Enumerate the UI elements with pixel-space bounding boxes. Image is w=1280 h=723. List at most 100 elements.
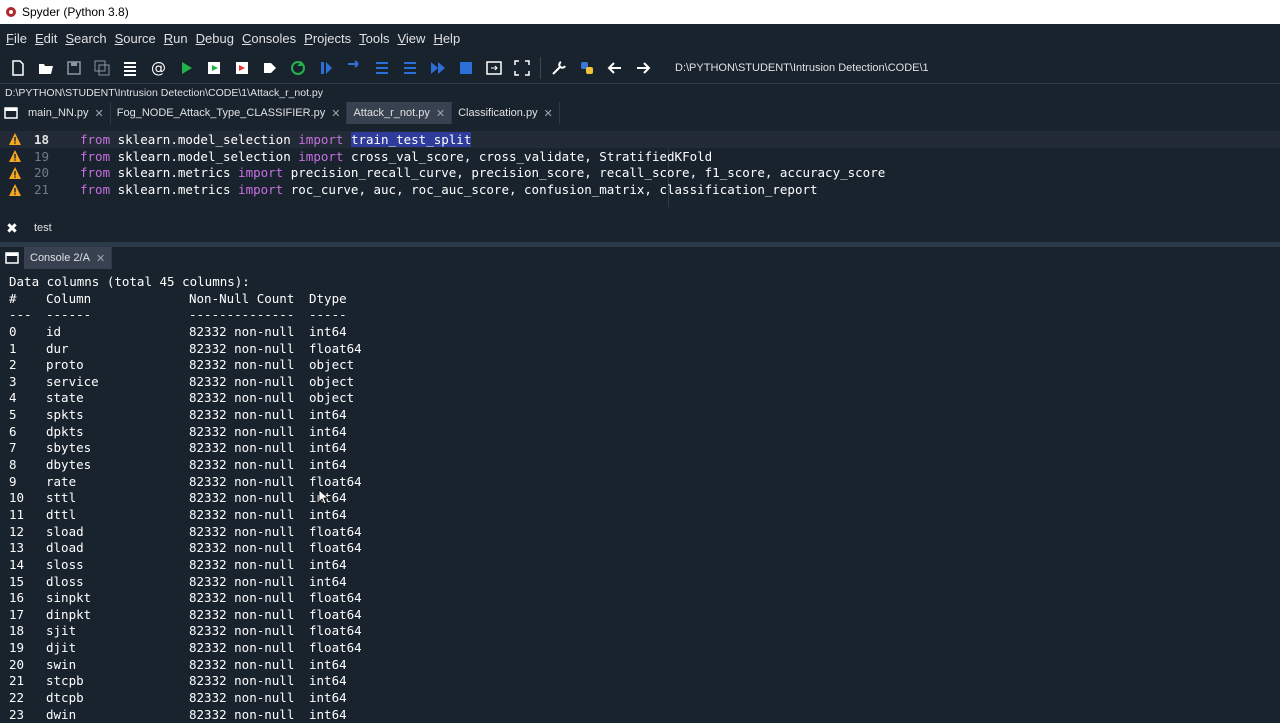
save-all-icon[interactable]	[91, 57, 113, 79]
editor-file-path: D:\PYTHON\STUDENT\Intrusion Detection\CO…	[0, 84, 1280, 102]
warning-icon[interactable]	[8, 183, 22, 197]
code-line[interactable]: 19 from sklearn.model_selection import cr…	[0, 148, 1280, 165]
menu-search[interactable]: Search	[61, 31, 110, 46]
code-editor[interactable]: 18 from sklearn.model_selection import tr…	[0, 131, 1280, 207]
menu-debug[interactable]: Debug	[192, 31, 238, 46]
at-icon[interactable]: @	[147, 57, 169, 79]
step-into-icon[interactable]	[371, 57, 393, 79]
stop-icon[interactable]	[455, 57, 477, 79]
run-selection-icon[interactable]	[259, 57, 281, 79]
warning-icon[interactable]	[8, 166, 22, 180]
code-text: from sklearn.model_selection import trai…	[80, 131, 472, 147]
table-row: 3 service 82332 non-null object	[0, 374, 1280, 391]
ipython-console[interactable]: Data columns (total 45 columns): # Column…	[0, 274, 1280, 723]
tab-fog-node-attack-type-classifier-py[interactable]: Fog_NODE_Attack_Type_CLASSIFIER.py ✕	[110, 102, 348, 124]
menu-help[interactable]: Help	[429, 31, 464, 46]
table-row: 23 dwin 82332 non-null int64	[0, 707, 1280, 723]
col-count: 82332 non-null	[189, 440, 295, 456]
browse-tabs-icon[interactable]	[0, 102, 22, 124]
warning-icon[interactable]	[8, 132, 22, 146]
menu-tools[interactable]: Tools	[355, 31, 393, 46]
preferences-icon[interactable]	[548, 57, 570, 79]
close-icon[interactable]: ✕	[544, 107, 553, 120]
new-file-icon[interactable]	[7, 57, 29, 79]
col-count: 82332 non-null	[189, 556, 295, 572]
module-name: sklearn.model_selection	[110, 131, 299, 147]
title-bar: Spyder (Python 3.8)	[0, 0, 1280, 24]
col-name: Column	[46, 290, 92, 306]
close-icon[interactable]: ✕	[96, 252, 105, 265]
menu-projects[interactable]: Projects	[300, 31, 355, 46]
run-cell-icon[interactable]	[203, 57, 225, 79]
table-separator: --- ------ -------------- -----	[0, 307, 1280, 324]
table-row: 1 dur 82332 non-null float64	[0, 341, 1280, 358]
back-icon[interactable]	[604, 57, 626, 79]
col-dtype: Dtype	[309, 290, 347, 306]
col-dtype: int64	[309, 440, 347, 456]
close-icon[interactable]: ✕	[436, 107, 445, 120]
tab-attack-r-not-py[interactable]: Attack_r_not.py ✕	[347, 102, 453, 124]
col-count: 82332 non-null	[189, 506, 295, 522]
console-header-line: Data columns (total 45 columns):	[9, 274, 250, 289]
col-name: sjit	[46, 623, 77, 639]
module-name: sklearn.metrics	[110, 165, 239, 181]
col-name: dur	[46, 340, 69, 356]
open-file-icon[interactable]	[35, 57, 57, 79]
col-count: 82332 non-null	[189, 407, 295, 423]
menu-source[interactable]: Source	[111, 31, 160, 46]
table-row: 12 sload 82332 non-null float64	[0, 524, 1280, 541]
col-dtype: int64	[309, 556, 347, 572]
table-row: 13 dload 82332 non-null float64	[0, 540, 1280, 557]
col-dtype: int64	[309, 673, 347, 689]
close-icon[interactable]: ✕	[95, 107, 104, 120]
python-path-icon[interactable]	[576, 57, 598, 79]
outline-icon[interactable]	[119, 57, 141, 79]
debug-icon[interactable]	[315, 57, 337, 79]
step-icon[interactable]	[343, 57, 365, 79]
code-line[interactable]: 18 from sklearn.model_selection import tr…	[0, 131, 1280, 148]
code-line[interactable]: 21 from sklearn.metrics import roc_curve,…	[0, 181, 1280, 198]
rerun-icon[interactable]	[287, 57, 309, 79]
close-icon[interactable]: ✕	[331, 107, 340, 120]
tab-console[interactable]: Console 2/A ✕	[24, 247, 113, 269]
code-line[interactable]: 20 from sklearn.metrics import precision_…	[0, 165, 1280, 182]
col-index: 19	[9, 640, 25, 656]
code-text: from sklearn.metrics import precision_re…	[80, 165, 885, 180]
spyder-logo-icon	[6, 7, 16, 17]
imported-names: precision_recall_curve, precision_score,…	[283, 165, 886, 181]
col-index: 21	[9, 673, 25, 689]
col-dtype: int64	[309, 690, 347, 706]
menu-edit[interactable]: Edit	[31, 31, 61, 46]
save-icon[interactable]	[63, 57, 85, 79]
menu-view[interactable]: View	[393, 31, 429, 46]
col-count: 82332 non-null	[189, 423, 295, 439]
col-index: 22	[9, 690, 25, 706]
run-cell-advance-icon[interactable]	[231, 57, 253, 79]
col-index: 9	[9, 473, 17, 489]
tab-main-nn-py[interactable]: main_NN.py ✕	[22, 102, 111, 124]
forward-icon[interactable]	[632, 57, 654, 79]
tab-classification-py[interactable]: Classification.py ✕	[452, 102, 560, 124]
menu-consoles[interactable]: Consoles	[238, 31, 300, 46]
find-bar: ✖ test	[0, 216, 1280, 240]
warning-icon[interactable]	[8, 149, 22, 163]
tab-label: Attack_r_not.py	[353, 107, 430, 119]
browse-console-tabs-icon[interactable]	[0, 247, 24, 269]
module-name: sklearn.metrics	[110, 182, 239, 198]
imported-names: cross_val_score, cross_validate, Stratif…	[343, 148, 713, 164]
menu-file[interactable]: File	[2, 31, 31, 46]
close-find-icon[interactable]: ✖	[0, 220, 24, 237]
col-count: 82332 non-null	[189, 656, 295, 672]
maximize-pane-icon[interactable]	[483, 57, 505, 79]
step-return-icon[interactable]	[399, 57, 421, 79]
line-number: 21	[34, 182, 50, 198]
table-row: 2 proto 82332 non-null object	[0, 357, 1280, 374]
working-directory-field[interactable]: D:\PYTHON\STUDENT\Intrusion Detection\CO…	[669, 57, 1255, 79]
continue-icon[interactable]	[427, 57, 449, 79]
run-icon[interactable]	[175, 57, 197, 79]
find-input[interactable]: test	[34, 222, 52, 234]
col-dtype: int64	[309, 457, 347, 473]
toolbar-separator	[540, 57, 541, 79]
menu-run[interactable]: Run	[160, 31, 192, 46]
fullscreen-icon[interactable]	[511, 57, 533, 79]
